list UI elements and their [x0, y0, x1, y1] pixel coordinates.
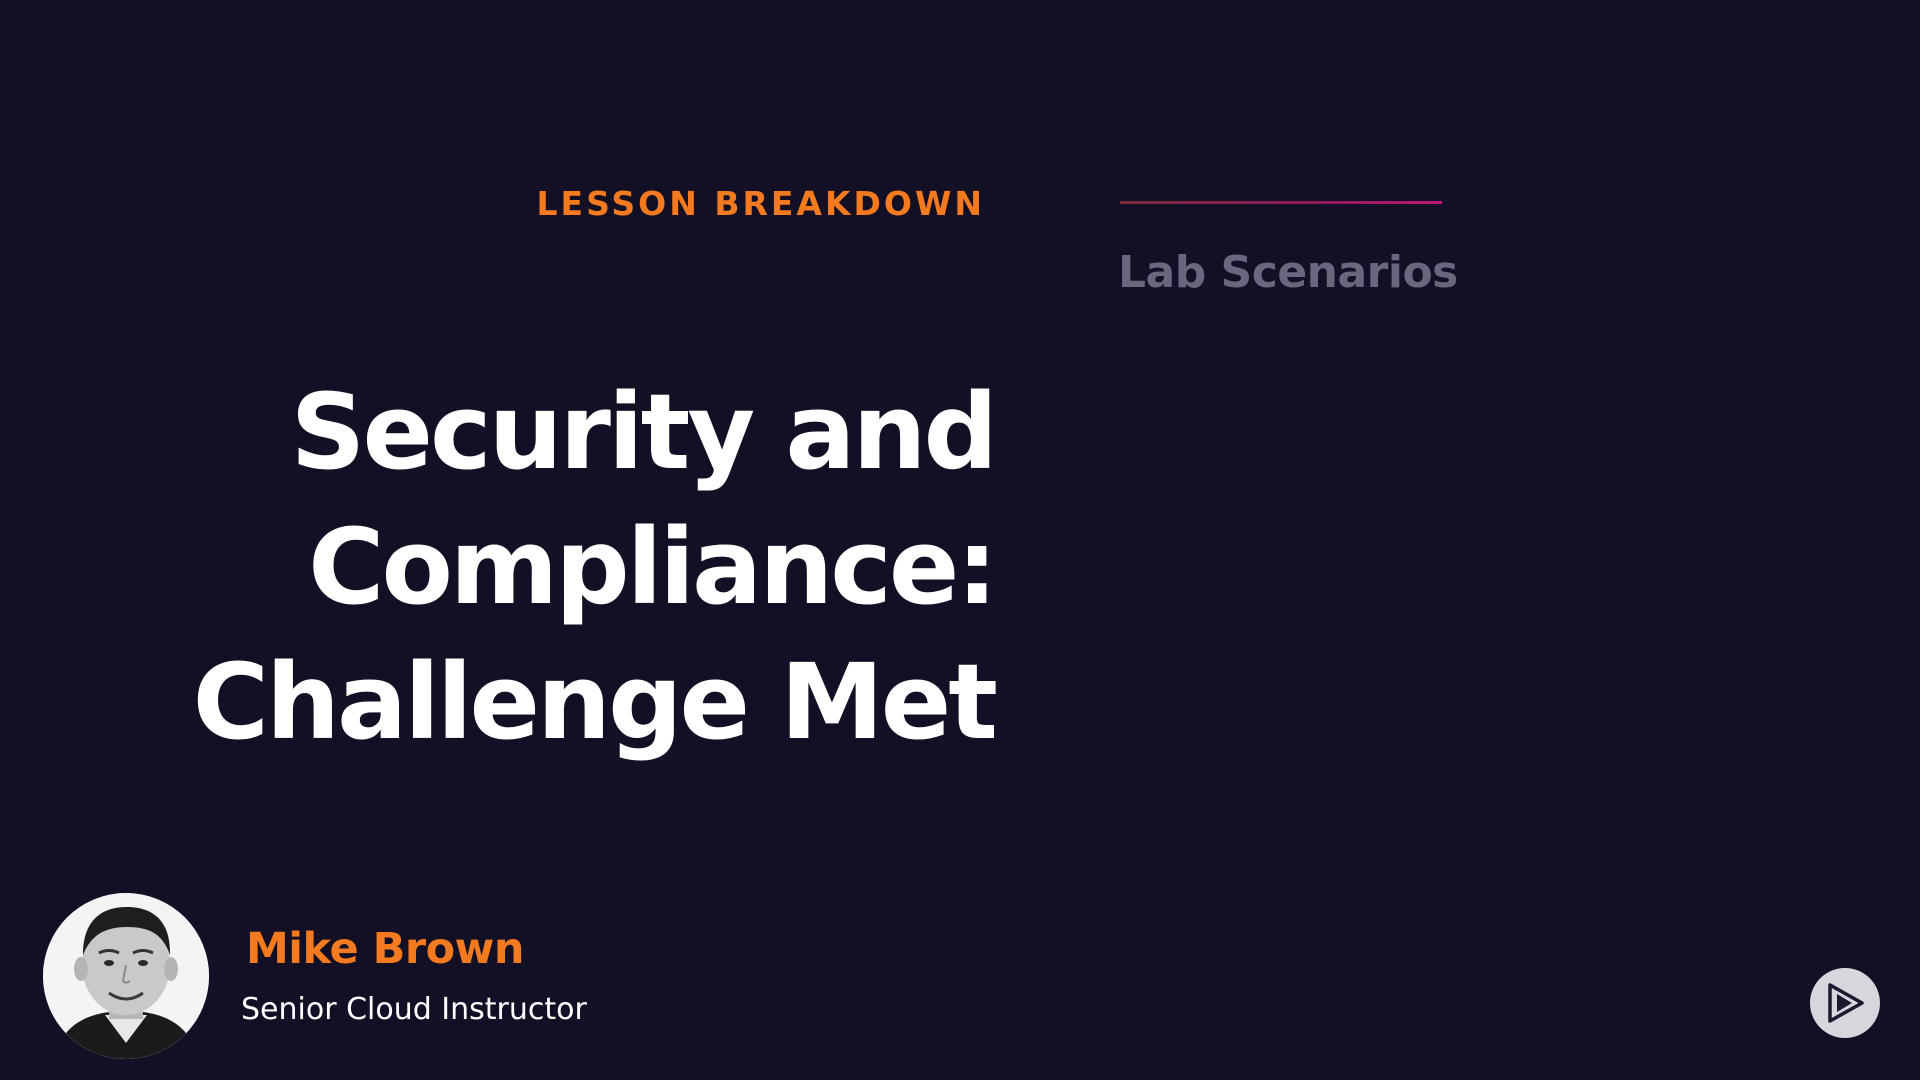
presenter-avatar: [43, 893, 209, 1059]
lesson-title-line-3: Challenge Met: [192, 641, 998, 763]
section-divider: [1120, 201, 1442, 204]
play-button[interactable]: [1810, 968, 1880, 1038]
lesson-title-line-1: Security and: [290, 371, 998, 493]
lesson-title: Security and Compliance: Challenge Met: [95, 365, 998, 770]
play-logo-icon: [1828, 983, 1864, 1023]
avatar-photo: [43, 893, 209, 1059]
presenter-role: Senior Cloud Instructor: [241, 992, 587, 1027]
lesson-eyebrow: LESSON BREAKDOWN: [536, 184, 985, 223]
section-label: Lab Scenarios: [1118, 247, 1458, 298]
lesson-title-line-2: Compliance:: [308, 506, 998, 628]
presenter-name: Mike Brown: [246, 924, 524, 974]
